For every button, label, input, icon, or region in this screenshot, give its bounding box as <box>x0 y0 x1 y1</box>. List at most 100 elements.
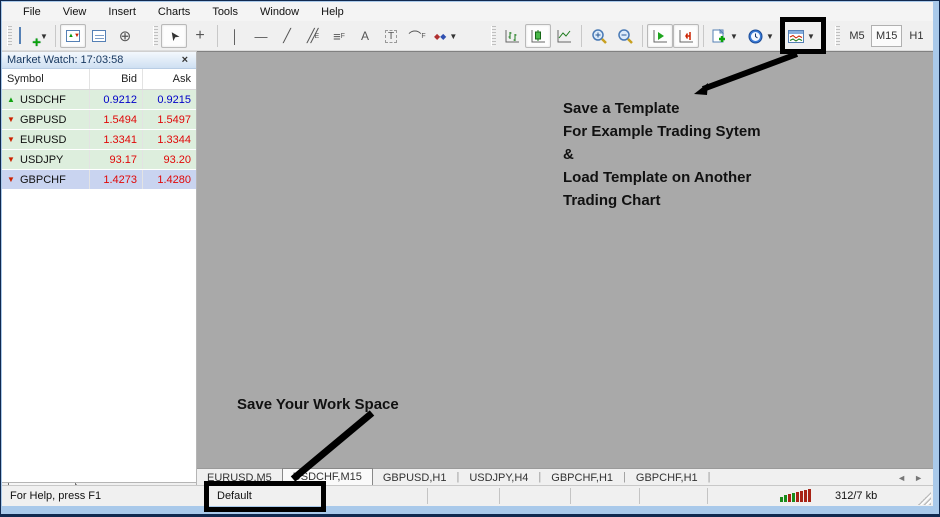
menu-tools[interactable]: Tools <box>201 4 249 20</box>
horizontal-line-button[interactable]: — <box>248 24 274 48</box>
timeframe-m5-button[interactable]: M5 <box>843 25 871 47</box>
symbol-label: GBPUSD <box>20 114 66 126</box>
toolbar-grip[interactable] <box>491 26 496 46</box>
chevron-down-icon: ▼ <box>730 32 738 41</box>
chart-tab-gbpusd-h1[interactable]: GBPUSD,H1 <box>373 470 457 485</box>
chart-tab-gbpchf-h1[interactable]: GBPCHF,H1 <box>541 470 623 485</box>
toolbar-grip[interactable] <box>153 26 158 46</box>
toolbar-grip[interactable] <box>7 26 12 46</box>
connection-status-icon <box>780 489 811 502</box>
equidistant-channel-icon: ╱╱ <box>307 28 315 44</box>
ask-value: 1.5497 <box>143 110 196 129</box>
ask-value: 1.4280 <box>143 170 196 189</box>
vertical-line-icon: │ <box>231 29 239 44</box>
workspace-highlight-box <box>204 481 326 512</box>
market-watch-title: Market Watch: 17:03:58 <box>7 54 179 66</box>
new-order-button[interactable]: ▼ <box>708 24 744 48</box>
zoom-out-icon <box>617 28 634 44</box>
bid-value: 1.4273 <box>90 170 143 189</box>
table-row[interactable]: ▼EURUSD 1.3341 1.3344 <box>2 130 196 150</box>
timeframe-m15-button[interactable]: M15 <box>871 25 902 47</box>
candlestick-chart-button[interactable] <box>525 24 551 48</box>
chart-shift-button[interactable] <box>673 24 699 48</box>
price-direction-icon: ▼ <box>7 155 16 164</box>
chevron-down-icon: ▼ <box>449 32 457 41</box>
tab-scroll-left-icon[interactable]: ◄ <box>897 473 906 483</box>
menu-view[interactable]: View <box>52 4 98 20</box>
period-button[interactable]: ▼ <box>744 24 780 48</box>
vertical-line-button[interactable]: │ <box>222 24 248 48</box>
auto-scroll-icon <box>652 29 668 43</box>
bid-value: 1.5494 <box>90 110 143 129</box>
zoom-in-button[interactable] <box>586 24 612 48</box>
line-chart-button[interactable] <box>551 24 577 48</box>
column-bid[interactable]: Bid <box>90 69 143 89</box>
clock-icon <box>748 29 763 44</box>
cursor-button[interactable]: ➤ <box>161 24 187 48</box>
fibonacci-retracement-icon: ≡ <box>333 29 341 44</box>
bar-chart-button[interactable] <box>499 24 525 48</box>
horizontal-line-icon: — <box>255 29 268 44</box>
trendline-button[interactable]: ╱ <box>274 24 300 48</box>
toolbar-grip[interactable] <box>835 26 840 46</box>
column-ask[interactable]: Ask <box>143 69 196 89</box>
toolbar-group-standard: + ▼ ▲▼ ⊕ <box>6 21 138 51</box>
ask-value: 0.9215 <box>143 90 196 109</box>
menu-insert[interactable]: Insert <box>97 4 147 20</box>
price-direction-icon: ▲ <box>7 95 16 104</box>
fibonacci-retracement-button[interactable]: ≡F <box>326 24 352 48</box>
traffic-counter: 312/7 kb <box>835 490 877 502</box>
navigator-button[interactable]: ⊕ <box>112 24 138 48</box>
market-watch-header: Symbol Bid Ask <box>2 69 196 90</box>
arrows-tool-button[interactable]: ◆◆ ▼ <box>430 24 466 48</box>
table-row[interactable]: ▼ GBPUSD 1.5494 1.5497 <box>2 110 196 130</box>
timeframe-h1-button[interactable]: H1 <box>902 25 930 47</box>
price-direction-icon: ▼ <box>7 175 16 184</box>
symbol-label: USDCHF <box>20 94 66 106</box>
candlestick-chart-icon <box>530 29 546 43</box>
application-window: File View Insert Charts Tools Window Hel… <box>0 0 940 517</box>
price-direction-icon: ▼ <box>7 115 16 124</box>
symbol-label: USDJPY <box>20 154 63 166</box>
data-window-button[interactable] <box>86 24 112 48</box>
market-watch-button[interactable]: ▲▼ <box>60 24 86 48</box>
crosshair-icon: + <box>195 27 204 45</box>
tab-separator: | <box>708 471 711 485</box>
fibonacci-channel-button[interactable]: ⌒F <box>404 24 430 48</box>
table-row[interactable]: ▼GBPCHF 1.4273 1.4280 <box>2 170 196 190</box>
table-row[interactable]: ▲ USDCHF 0.9212 0.9215 <box>2 90 196 110</box>
bid-value: 0.9212 <box>90 90 143 109</box>
resize-grip[interactable] <box>918 492 931 505</box>
text-label-button[interactable]: T <box>378 24 404 48</box>
new-chart-button[interactable]: + ▼ <box>15 24 51 48</box>
menu-file[interactable]: File <box>12 4 52 20</box>
trendline-icon: ╱ <box>283 28 291 44</box>
close-icon[interactable]: × <box>179 54 191 66</box>
zoom-out-button[interactable] <box>612 24 638 48</box>
market-watch-titlebar[interactable]: Market Watch: 17:03:58 × <box>2 52 196 69</box>
column-symbol[interactable]: Symbol <box>2 69 90 89</box>
bar-chart-icon <box>504 29 520 43</box>
chart-tab-gbpchf-h1-2[interactable]: GBPCHF,H1 <box>626 470 708 485</box>
menu-window[interactable]: Window <box>249 4 310 20</box>
status-help-text: For Help, press F1 <box>10 490 101 502</box>
auto-scroll-button[interactable] <box>647 24 673 48</box>
line-chart-icon <box>556 29 572 43</box>
table-row[interactable]: ▼ USDJPY 93.17 93.20 <box>2 150 196 170</box>
bid-value: 1.3341 <box>90 130 143 149</box>
tab-scroll-right-icon[interactable]: ► <box>914 473 923 483</box>
ask-value: 93.20 <box>143 150 196 169</box>
text-label-icon: T <box>385 30 397 43</box>
equidistant-channel-button[interactable]: ╱╱E <box>300 24 326 48</box>
bid-value: 93.17 <box>90 150 143 169</box>
text-tool-button[interactable]: A <box>352 24 378 48</box>
template-highlight-box <box>780 17 826 54</box>
data-window-icon <box>92 30 106 42</box>
timeframe-h4-button[interactable]: H4 <box>930 25 933 47</box>
chart-tab-usdjpy-h4[interactable]: USDJPY,H4 <box>459 470 538 485</box>
crosshair-button[interactable]: + <box>187 24 213 48</box>
menu-help[interactable]: Help <box>310 4 355 20</box>
text-tool-icon: A <box>361 29 369 43</box>
menu-charts[interactable]: Charts <box>147 4 201 20</box>
status-bar: For Help, press F1 Default 312/7 kb <box>2 485 933 506</box>
